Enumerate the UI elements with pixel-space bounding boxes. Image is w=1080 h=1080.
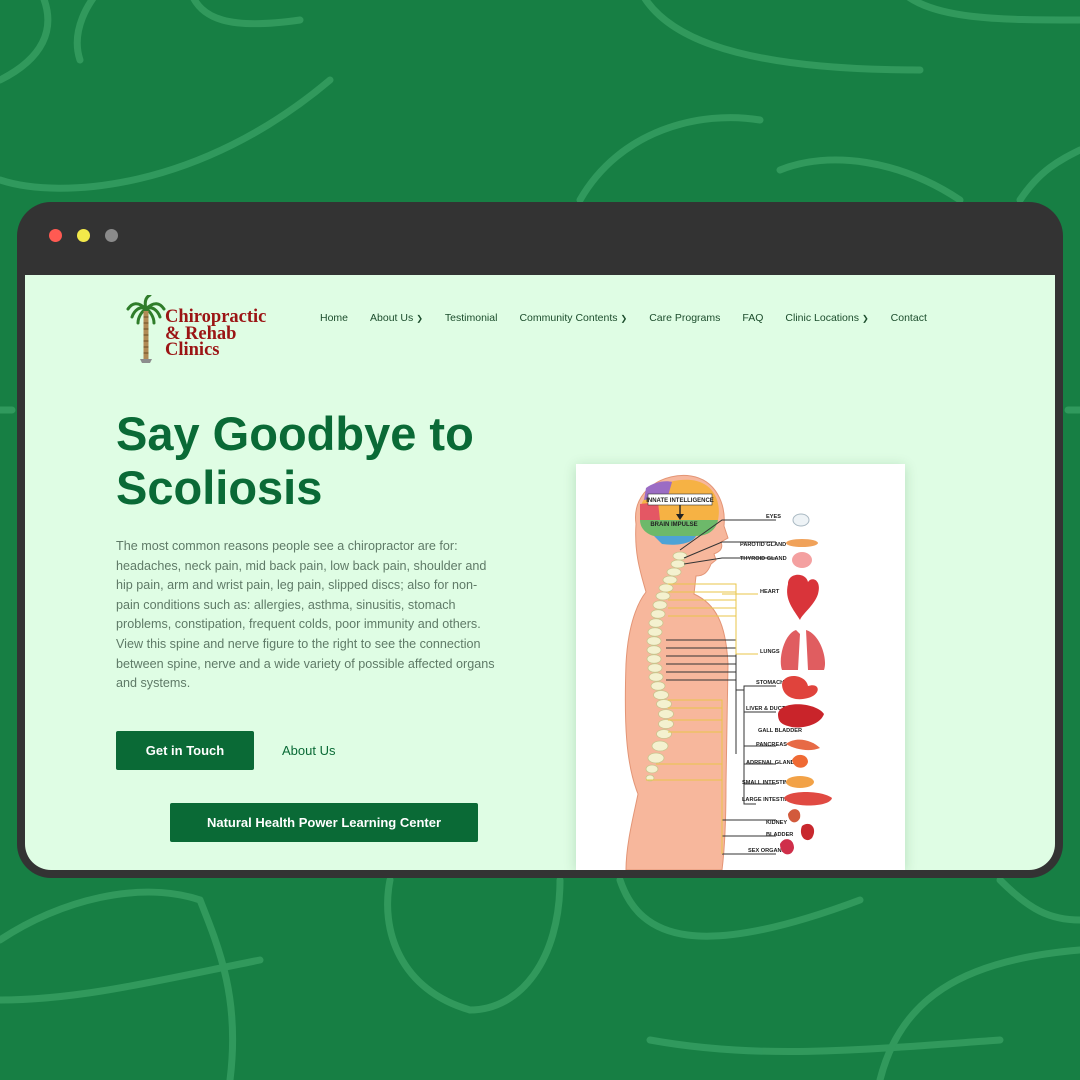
hero-title-line-2: Scoliosis bbox=[116, 461, 323, 514]
main-navigation: Home About Us ❯ Testimonial Community Co… bbox=[320, 312, 949, 324]
hero-title-line-1: Say Goodbye to bbox=[116, 407, 474, 460]
organ-label-pancreas: PANCREAS bbox=[756, 742, 787, 748]
thyroid-organ bbox=[792, 552, 812, 568]
lungs-organ bbox=[780, 630, 826, 670]
organ-label-kidney: KIDNEY bbox=[766, 820, 787, 826]
chevron-down-icon: ❯ bbox=[861, 313, 869, 323]
close-dot[interactable] bbox=[49, 229, 62, 242]
stomach-organ bbox=[782, 675, 818, 700]
organ-label-parotid: PAROTID GLAND bbox=[740, 542, 786, 548]
spine-nerve-illustration: INNATE INTELLIGENCE BRAIN IMPULSE EYES P… bbox=[624, 474, 832, 870]
nav-item-label: Clinic Locations bbox=[785, 312, 859, 324]
organ-label-sex-organs: SEX ORGANS bbox=[748, 848, 786, 854]
nav-item-clinic-locations[interactable]: Clinic Locations ❯ bbox=[785, 312, 868, 324]
nav-item-label: Testimonial bbox=[444, 312, 498, 324]
pancreas-organ bbox=[786, 739, 820, 751]
maximize-dot[interactable] bbox=[105, 229, 118, 242]
chevron-down-icon: ❯ bbox=[416, 313, 423, 323]
nav-item-label: Contact bbox=[890, 312, 927, 324]
organ-label-lungs: LUNGS bbox=[760, 649, 780, 655]
organ-label-heart: HEART bbox=[760, 589, 780, 595]
nav-item-community-contents[interactable]: Community Contents ❯ bbox=[519, 312, 627, 324]
organ-label-adrenal: ADRENAL GLAND bbox=[746, 760, 795, 766]
nav-item-label: Community Contents bbox=[519, 312, 618, 324]
organ-label-small-intestine: SMALL INTESTINE bbox=[742, 780, 792, 786]
bladder-organ bbox=[800, 823, 815, 841]
chevron-down-icon: ❯ bbox=[620, 313, 628, 323]
organ-label-stomach: STOMACH bbox=[756, 680, 784, 686]
page-viewport: Chiropractic & Rehab Clinics Home About … bbox=[25, 275, 1055, 870]
small-intestine-organ bbox=[786, 776, 814, 788]
spine-nerve-figure: INNATE INTELLIGENCE BRAIN IMPULSE EYES P… bbox=[576, 464, 905, 870]
liver-organ bbox=[778, 704, 824, 728]
minimize-dot[interactable] bbox=[77, 229, 90, 242]
nav-item-about-us[interactable]: About Us ❯ bbox=[370, 312, 423, 324]
learning-center-button[interactable]: Natural Health Power Learning Center bbox=[170, 803, 478, 842]
brain-label-innate: INNATE INTELLIGENCE bbox=[646, 498, 714, 504]
organ-label-bladder: BLADDER bbox=[766, 832, 793, 838]
site-logo[interactable]: Chiropractic & Rehab Clinics bbox=[126, 295, 286, 365]
eye-organ bbox=[792, 513, 810, 527]
palm-tree-icon bbox=[126, 295, 166, 363]
nav-item-label: Care Programs bbox=[649, 312, 721, 324]
nav-item-faq[interactable]: FAQ bbox=[742, 312, 763, 324]
parotid-organ bbox=[786, 539, 818, 547]
organ-label-thyroid: THYROID GLAND bbox=[740, 556, 787, 562]
about-us-link[interactable]: About Us bbox=[282, 743, 335, 758]
logo-line-3: Clinics bbox=[165, 340, 220, 360]
nav-item-home[interactable]: Home bbox=[320, 312, 348, 324]
hero-title: Say Goodbye to Scoliosis bbox=[116, 407, 536, 515]
kidney-organ bbox=[788, 809, 801, 823]
hero-description: The most common reasons people see a chi… bbox=[116, 539, 495, 691]
brain-label-impulse: BRAIN IMPULSE bbox=[650, 522, 697, 528]
nav-item-label: FAQ bbox=[742, 312, 764, 324]
nav-item-testimonial[interactable]: Testimonial bbox=[445, 312, 498, 324]
large-intestine-organ bbox=[784, 792, 832, 806]
organ-label-gallbladder: GALL BLADDER bbox=[758, 728, 802, 734]
nav-item-care-programs[interactable]: Care Programs bbox=[649, 312, 720, 324]
logo-wordmark: Chiropractic & Rehab Clinics bbox=[165, 308, 266, 360]
nav-item-label: Home bbox=[320, 312, 349, 324]
browser-window: Chiropractic & Rehab Clinics Home About … bbox=[17, 202, 1063, 878]
organ-label-eyes: EYES bbox=[766, 514, 781, 520]
nav-item-contact[interactable]: Contact bbox=[891, 312, 927, 324]
heart-organ bbox=[787, 574, 819, 620]
organ-illustrations bbox=[778, 513, 832, 855]
nav-item-label: About Us bbox=[370, 312, 414, 324]
browser-titlebar bbox=[17, 202, 1063, 274]
get-in-touch-button[interactable]: Get in Touch bbox=[116, 731, 254, 770]
